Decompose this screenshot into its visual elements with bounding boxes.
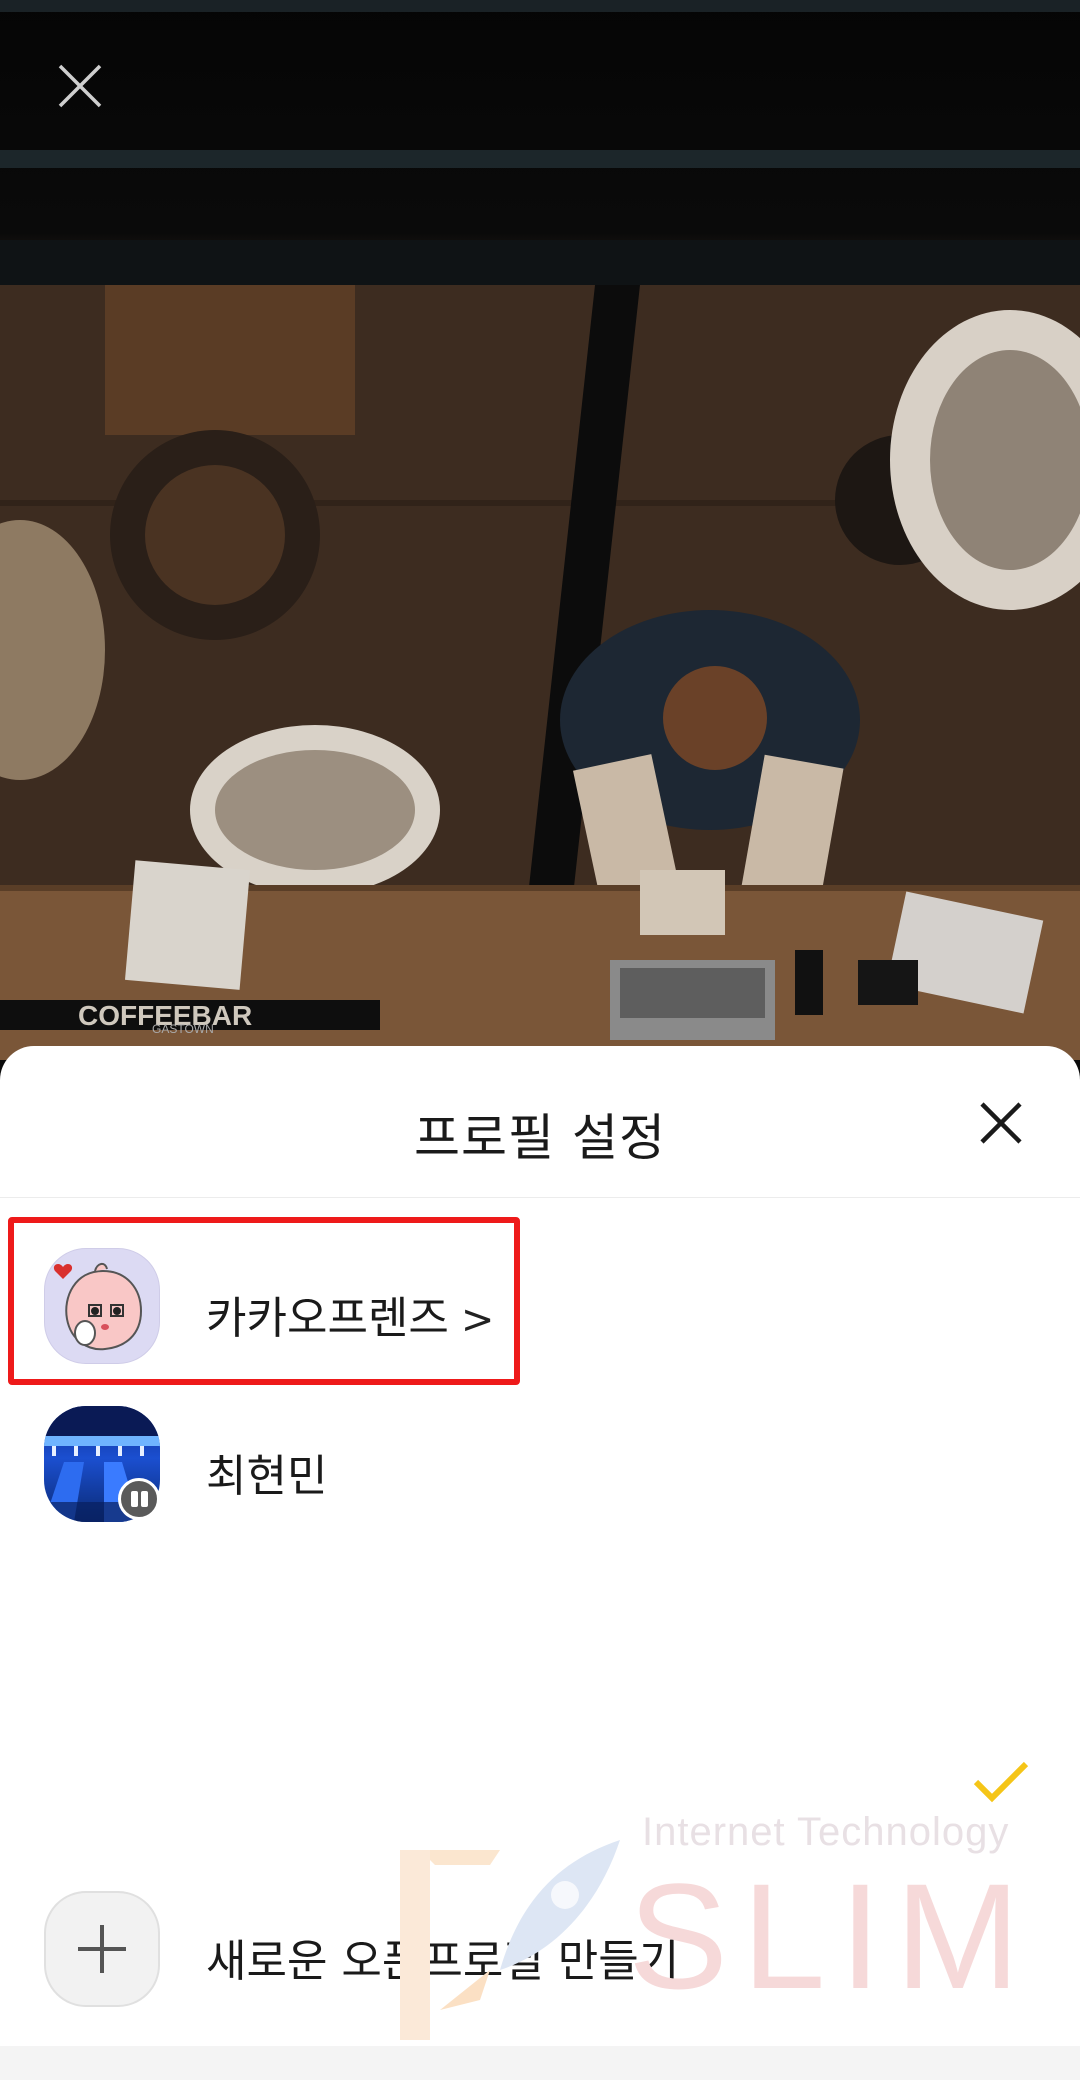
close-icon <box>980 1102 1022 1144</box>
chevron-right-icon: > <box>460 1297 495 1343</box>
close-icon <box>58 64 102 108</box>
background-photo: COFFEEBAR GASTOWN <box>0 0 1080 1060</box>
profile-name: 최현민 <box>206 1451 328 1502</box>
close-viewer-button[interactable] <box>52 58 108 114</box>
profile-item-choi-hyunmin[interactable]: 최현민 <box>0 1386 1080 1536</box>
sheet-close-button[interactable] <box>976 1098 1026 1148</box>
sheet-header: 프로필 설정 <box>0 1046 1080 1198</box>
sheet-title: 프로필 설정 <box>414 1109 666 1167</box>
checkmark-icon <box>972 1760 1030 1804</box>
profile-name-label: 카카오프렌즈 <box>206 1293 449 1344</box>
bottom-bar <box>0 2046 1080 2080</box>
plus-icon <box>78 1925 126 1973</box>
coffee-bar-illustration: COFFEEBAR GASTOWN <box>0 0 1080 1060</box>
profile-name: 카카오프렌즈 > <box>206 1282 494 1346</box>
create-profile-avatar <box>44 1891 160 2007</box>
gastown-sign: GASTOWN <box>152 1022 214 1036</box>
create-open-profile-item[interactable]: 새로운 오픈프로필 만들기 <box>0 1871 1080 2021</box>
kakao-friends-avatar <box>44 1248 160 1364</box>
apeach-character-icon <box>53 1263 143 1351</box>
profile-item-kakao-friends[interactable]: 카카오프렌즈 > <box>0 1228 1080 1378</box>
create-open-profile-label: 새로운 오픈프로필 만들기 <box>206 1936 680 1987</box>
profile-settings-sheet: 프로필 설정 카카오프렌즈 > 최현민 새로운 오픈프로필 만들기 <box>0 1046 1080 2080</box>
pause-icon <box>118 1478 160 1520</box>
